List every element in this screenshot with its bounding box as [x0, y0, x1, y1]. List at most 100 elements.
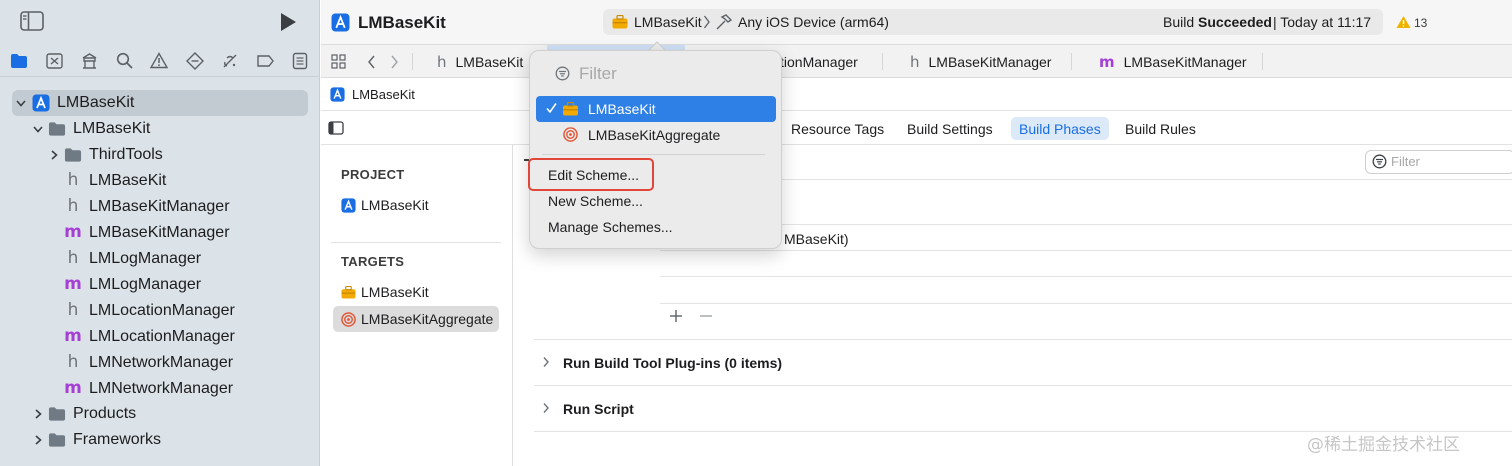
report-navigator-icon[interactable]: [292, 52, 308, 70]
chevron-right-icon[interactable]: [32, 408, 44, 420]
checkmark-icon: [546, 102, 557, 114]
project-list-item[interactable]: LMBaseKit: [333, 192, 499, 218]
tab-build-rules[interactable]: Build Rules: [1117, 117, 1204, 140]
navigator-sidebar: LMBaseKit LMBaseKit ThirdTools h LMBaseK…: [0, 0, 320, 466]
divider: [660, 276, 1512, 277]
build-phase-title[interactable]: Run Build Tool Plug-ins (0 items): [563, 355, 782, 371]
xcode-project-icon: [341, 197, 356, 213]
jump-bar-item[interactable]: LMBaseKit: [352, 87, 415, 102]
project-title: LMBaseKit: [358, 13, 446, 32]
divider: [542, 154, 765, 155]
jump-bar: LMBaseKit: [321, 78, 1512, 111]
chevron-down-icon[interactable]: [15, 97, 27, 109]
run-button-icon[interactable]: [279, 12, 297, 32]
editor-tab-label: LMBaseKit: [455, 53, 524, 70]
project-navigator-icon[interactable]: [10, 53, 28, 69]
editor-tab-label: LMBaseKitManager: [928, 53, 1052, 70]
aggregate-target-icon: [563, 127, 578, 142]
divider: [1071, 53, 1072, 70]
symbol-navigator-icon[interactable]: [81, 52, 98, 70]
target-list-item[interactable]: LMBaseKit: [333, 279, 499, 305]
source-control-navigator-icon[interactable]: [46, 53, 63, 69]
filter-field[interactable]: [1365, 150, 1512, 174]
editor-tab[interactable]: h LMBaseKitManager: [910, 45, 1051, 78]
chevron-right-icon[interactable]: [32, 434, 44, 446]
tree-item-project[interactable]: LMBaseKit: [0, 90, 319, 116]
build-time: | Today at 11:17: [1273, 14, 1372, 30]
chevron-right-icon[interactable]: [48, 149, 60, 161]
tree-item-label: LMBaseKit: [73, 120, 151, 137]
sidebar-toggle-icon[interactable]: [328, 121, 344, 135]
tree-item-file[interactable]: h LMBaseKitManager: [0, 194, 319, 220]
tree-item-folder[interactable]: LMBaseKit: [0, 116, 319, 142]
hammer-icon: [715, 13, 733, 31]
chevron-right-icon[interactable]: [542, 356, 550, 368]
tab-build-phases[interactable]: Build Phases: [1011, 117, 1109, 140]
grid-icon[interactable]: [331, 54, 346, 69]
tree-item-file[interactable]: m LMNetworkManager: [0, 376, 319, 402]
tab-resource-tags[interactable]: Resource Tags: [783, 117, 892, 140]
divider: [1262, 53, 1263, 70]
new-scheme-menu-item[interactable]: New Scheme...: [548, 193, 643, 209]
tree-item-file[interactable]: h LMNetworkManager: [0, 350, 319, 376]
header-file-icon: h: [67, 248, 79, 268]
back-arrow-icon[interactable]: [367, 55, 376, 69]
tree-item-folder[interactable]: Products: [0, 401, 319, 427]
divider: [660, 303, 1512, 304]
build-phase-title[interactable]: Run Script: [563, 401, 634, 417]
editor-tab-label: LMBaseKitManager: [1123, 53, 1247, 70]
scheme-filter-input[interactable]: Filter: [579, 64, 617, 84]
edit-scheme-menu-item[interactable]: Edit Scheme...: [548, 167, 639, 183]
remove-icon[interactable]: [699, 309, 713, 323]
tree-item-label: LMNetworkManager: [89, 380, 234, 397]
tree-item-label: LMNetworkManager: [89, 354, 234, 371]
tree-item-label: LMLogManager: [89, 250, 202, 267]
xcode-project-icon: [331, 13, 350, 32]
target-list-label: LMBaseKit: [361, 284, 429, 300]
filter-icon: [1372, 154, 1387, 169]
divider: [660, 250, 1512, 251]
tree-item-file[interactable]: h LMLocationManager: [0, 298, 319, 324]
divider: [331, 242, 501, 243]
header-file-icon: h: [67, 196, 79, 216]
tree-item-file[interactable]: h LMBaseKit: [0, 168, 319, 194]
manage-schemes-menu-item[interactable]: Manage Schemes...: [548, 219, 673, 235]
find-navigator-icon[interactable]: [116, 52, 133, 69]
header-file-icon: h: [910, 52, 920, 71]
issue-navigator-icon[interactable]: [150, 52, 168, 69]
target-list-item-selected[interactable]: LMBaseKitAggregate: [333, 306, 499, 332]
warning-count[interactable]: 13: [1414, 16, 1427, 30]
warning-icon[interactable]: [1396, 15, 1411, 29]
aggregate-target-icon: [341, 311, 356, 327]
tree-item-label: ThirdTools: [89, 146, 163, 163]
project-list-label: LMBaseKit: [361, 197, 429, 213]
tree-item-label: LMBaseKitManager: [89, 224, 230, 241]
destination-selector[interactable]: Any iOS Device (arm64): [738, 14, 889, 30]
forward-arrow-icon[interactable]: [390, 55, 399, 69]
editor-tab[interactable]: m LMBaseKitManager: [1099, 45, 1247, 78]
tree-item-file[interactable]: h LMLogManager: [0, 246, 319, 272]
breakpoint-navigator-icon[interactable]: [256, 54, 274, 68]
add-icon[interactable]: [669, 309, 683, 323]
targets-list: PROJECT LMBaseKit TARGETS LMBaseKit LMBa…: [321, 145, 513, 466]
debug-navigator-icon[interactable]: [221, 52, 239, 70]
tree-item-folder[interactable]: Frameworks: [0, 427, 319, 453]
chevron-down-icon[interactable]: [32, 123, 44, 135]
scheme-selector[interactable]: LMBaseKit: [634, 14, 702, 30]
editor-tab[interactable]: h LMBaseKit: [437, 45, 523, 78]
toggle-navigator-icon[interactable]: [20, 11, 44, 31]
tree-item-label: Frameworks: [73, 431, 162, 448]
test-navigator-icon[interactable]: [186, 52, 204, 70]
editor-tab[interactable]: tionManager: [780, 45, 858, 78]
toolbox-icon: [562, 102, 579, 116]
tree-item-file[interactable]: m LMLocationManager: [0, 324, 319, 350]
scheme-item-label[interactable]: LMBaseKitAggregate: [588, 127, 720, 143]
tree-item-file[interactable]: m LMBaseKitManager: [0, 220, 319, 246]
dependency-row[interactable]: MBaseKit): [784, 231, 849, 247]
tab-build-settings[interactable]: Build Settings: [899, 117, 1001, 140]
tree-item-folder[interactable]: ThirdTools: [0, 142, 319, 168]
header-file-icon: h: [67, 300, 79, 320]
chevron-right-icon[interactable]: [542, 402, 550, 414]
window-toolbar: LMBaseKit LMBaseKit Any iOS Device (arm6…: [321, 0, 1512, 45]
tree-item-file[interactable]: m LMLogManager: [0, 272, 319, 298]
